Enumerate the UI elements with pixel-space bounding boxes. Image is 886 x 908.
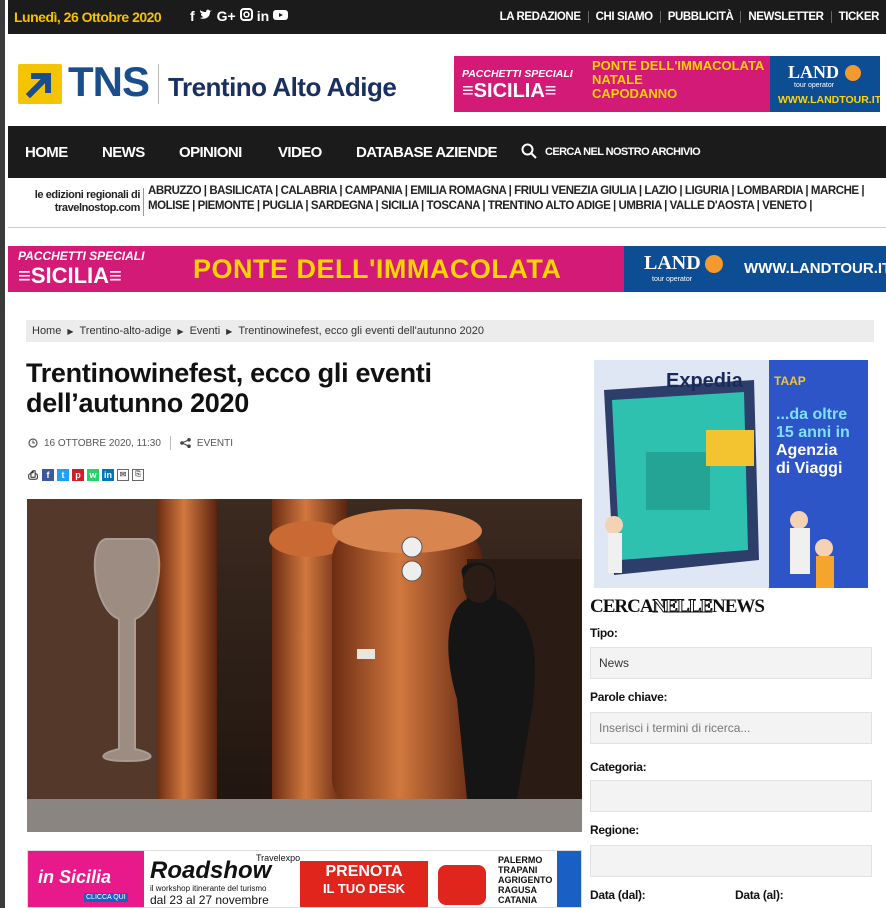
breadcrumb-arrow-icon: ▶ (226, 326, 233, 336)
editions-divider (143, 188, 144, 216)
expedia-brand: Expedia (666, 370, 743, 392)
regione-select[interactable] (590, 845, 872, 877)
roadshow-dates: dal 23 al 27 novembre (150, 893, 269, 907)
categoria-select[interactable] (590, 780, 872, 812)
expedia-taap: TAAP (774, 374, 806, 388)
clock-icon (28, 438, 38, 448)
article-meta: 16 OTTOBRE 2020, 11:30 EVENTI (28, 436, 233, 450)
breadcrumb-home[interactable]: Home (32, 325, 61, 337)
site-header: TNS Trentino Alto Adige PACCHETTI SPECIA… (8, 34, 886, 126)
breadcrumb-region[interactable]: Trentino-alto-adige (80, 325, 172, 337)
nav-opinioni[interactable]: OPINIONI (179, 144, 242, 161)
parole-label: Parole chiave: (590, 690, 668, 704)
regions-list[interactable]: ABRUZZO | BASILICATA | CALABRIA | CAMPAN… (148, 184, 886, 214)
link-pubblicita[interactable]: PUBBLICITÀ (659, 11, 741, 23)
article-photo (27, 499, 582, 832)
travelexpo-label: Travelexpo (256, 853, 301, 863)
article-title: Trentinowinefest, ecco gli eventi dell’a… (26, 358, 432, 418)
nav-video[interactable]: VIDEO (278, 144, 322, 161)
link-redazione[interactable]: LA REDAZIONE (493, 11, 588, 23)
search-icon[interactable] (521, 143, 537, 159)
linkedin-icon[interactable]: in (102, 469, 114, 481)
data-al-label: Data (al): (735, 888, 784, 902)
top-links: LA REDAZIONE CHI SIAMO PUBBLICITÀ NEWSLE… (493, 0, 886, 34)
linkedin-icon[interactable]: in (257, 8, 269, 24)
roadshow-ad[interactable]: in Sicilia CLICCA QUI Roadshow Travelexp… (27, 850, 582, 908)
wide-banner-ponte: PONTE DELL'IMMACOLATA (193, 254, 562, 284)
article-category[interactable]: EVENTI (197, 438, 233, 449)
tipo-label: Tipo: (590, 626, 618, 640)
youtube-icon[interactable] (273, 8, 289, 24)
page-edge (0, 0, 5, 908)
wide-banner-ad[interactable]: PACCHETTI SPECIALI ≡SICILIA≡ PONTE DELL'… (8, 246, 886, 292)
pinterest-icon[interactable]: p (72, 469, 84, 481)
data-dal-label: Data (dal): (590, 888, 646, 902)
wide-banner-sicilia: ≡SICILIA≡ (18, 263, 122, 288)
landtour-logo: LAND tour operator WWW.LANDTOUR.IT (770, 56, 880, 112)
top-bar: Lunedì, 26 Ottobre 2020 f G+ in LA REDAZ… (8, 0, 886, 34)
search-archive-link[interactable]: CERCA NEL NOSTRO ARCHIVIO (545, 146, 701, 158)
header-banner-ad[interactable]: PACCHETTI SPECIALI ≡SICILIA≡ PONTE DELL'… (454, 56, 880, 112)
main-nav: HOME NEWS OPINIONI VIDEO DATABASE AZIEND… (8, 126, 886, 178)
pdf-icon[interactable]: ⎘ (132, 469, 144, 481)
facebook-icon[interactable]: f (42, 469, 54, 481)
expedia-ad[interactable]: Expedia TAAP ...da oltre 15 anni in Agen… (594, 360, 868, 588)
banner-pacchetti: PACCHETTI SPECIALI (462, 68, 573, 80)
breadcrumb-arrow-icon: ▶ (67, 326, 74, 336)
roadshow-cities: PALERMO TRAPANI AGRIGENTO RAGUSA CATANIA (498, 855, 553, 905)
regione-label: Regione: (590, 823, 639, 837)
breadcrumb-category[interactable]: Eventi (190, 325, 221, 337)
nav-home[interactable]: HOME (25, 144, 68, 161)
breadcrumb-arrow-icon: ▶ (177, 326, 184, 336)
banner-sicilia: ≡SICILIA≡ (462, 80, 557, 102)
keywords-input[interactable]: Inserisci i termini di ricerca... (590, 712, 872, 744)
ad-edge-strip (557, 851, 581, 907)
prenota-button[interactable]: PRENOTA IL TUO DESK (300, 861, 428, 907)
search-news-title: CERCANELLENEWS (590, 596, 765, 618)
wide-banner-pacchetti: PACCHETTI SPECIALI (18, 249, 145, 263)
in-sicilia-badge: in Sicilia CLICCA QUI (28, 851, 144, 907)
logo-divider (158, 64, 159, 104)
link-chi-siamo[interactable]: CHI SIAMO (587, 11, 660, 23)
twitter-icon[interactable]: t (57, 469, 69, 481)
current-date: Lunedì, 26 Ottobre 2020 (14, 9, 162, 25)
breadcrumb: Home ▶ Trentino-alto-adige ▶ Eventi ▶ Tr… (26, 320, 874, 342)
email-icon[interactable]: ✉ (117, 469, 129, 481)
expedia-claim: ...da oltre 15 anni in Agenzia di Viaggi (776, 406, 850, 477)
print-icon[interactable]: ⎙ (27, 469, 39, 481)
bus-icon (438, 865, 486, 905)
tipo-select[interactable]: News (590, 647, 872, 679)
instagram-icon[interactable] (239, 8, 253, 24)
nav-database-aziende[interactable]: DATABASE AZIENDE (356, 144, 498, 161)
twitter-icon[interactable] (199, 8, 213, 24)
social-links: f G+ in (190, 8, 289, 24)
banner-ponte: PONTE DELL'IMMACOLATA NATALE CAPODANNO (592, 58, 765, 101)
link-ticker[interactable]: TICKER (830, 11, 886, 23)
link-newsletter[interactable]: NEWSLETTER (740, 11, 830, 23)
whatsapp-icon[interactable]: w (87, 469, 99, 481)
region-title[interactable]: Trentino Alto Adige (168, 72, 397, 103)
roadshow-subtitle: il workshop itinerante del turismo (150, 884, 267, 893)
share-toolbar: ⎙ f t p w in ✉ ⎘ (27, 469, 144, 481)
categoria-label: Categoria: (590, 760, 647, 774)
googleplus-icon[interactable]: G+ (217, 8, 236, 24)
wide-landtour-logo: LAND tour operator WWW.LANDTOUR.IT (624, 246, 886, 292)
breadcrumb-current: Trentinowinefest, ecco gli eventi dell'a… (238, 325, 484, 337)
share-icon (180, 438, 191, 448)
editions-label: le edizioni regionali di travelnostop.co… (34, 189, 141, 214)
site-logo[interactable]: TNS (68, 58, 150, 106)
article-date: 16 OTTOBRE 2020, 11:30 (44, 437, 161, 449)
facebook-icon[interactable]: f (190, 8, 195, 24)
logo-arrow-icon[interactable] (18, 64, 62, 104)
nav-news[interactable]: NEWS (102, 144, 145, 161)
regional-editions: le edizioni regionali di travelnostop.co… (8, 178, 886, 228)
roadshow-title: Roadshow (150, 857, 272, 884)
